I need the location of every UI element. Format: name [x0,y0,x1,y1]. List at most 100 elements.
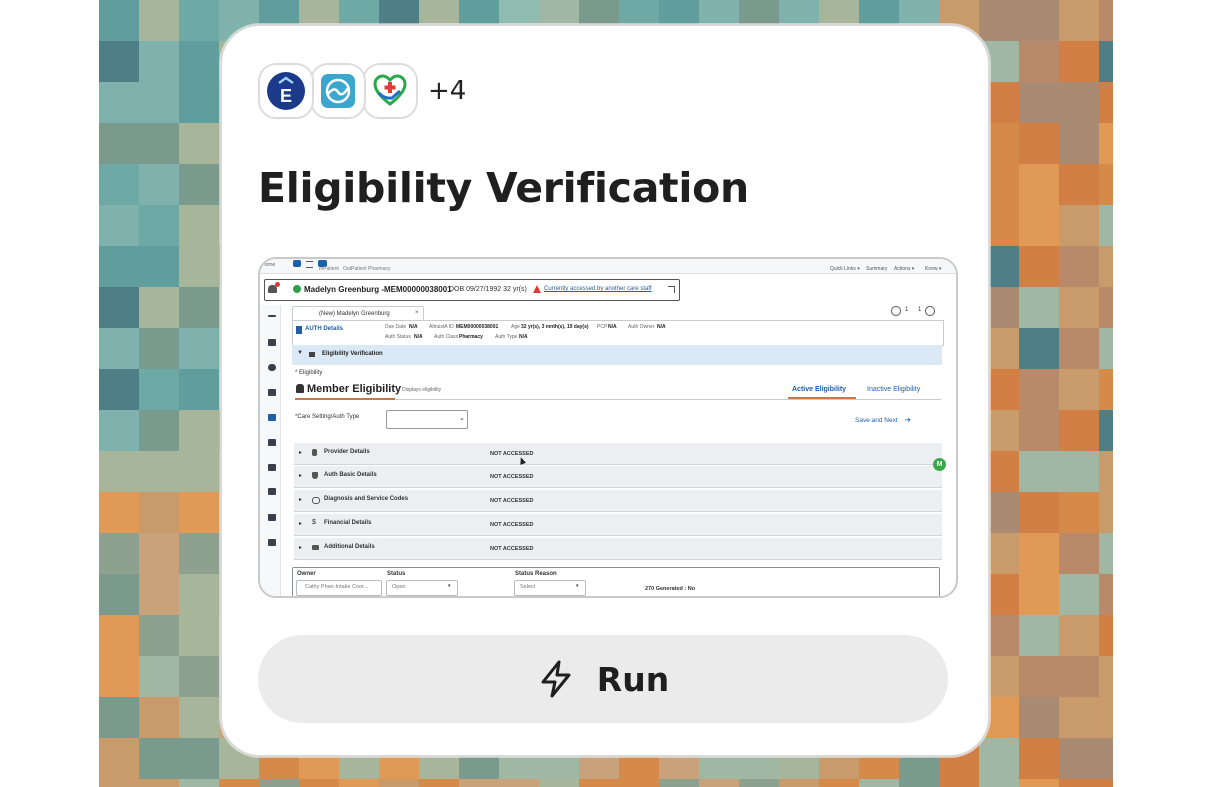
mosaic-tile [1019,369,1059,410]
arrow-right-icon[interactable]: ➔ [905,416,911,424]
sidebar-edit-icon[interactable] [268,414,276,421]
mosaic-tile [1019,410,1059,451]
mosaic-tile [1019,287,1059,328]
mosaic-tile [1059,287,1099,328]
close-tab-icon[interactable]: × [415,310,419,316]
mosaic-tile [99,0,139,41]
patient-dob: DOB 09/27/1992 32 yr(s) [449,286,527,293]
mosaic-tile [179,738,219,779]
dollar-icon: $ [312,519,316,526]
mosaic-tile [699,779,739,787]
additional-integrations-count: +4 [428,76,467,106]
mosaic-tile [139,123,179,164]
mosaic-tile [1099,451,1113,492]
expand-caret-icon[interactable]: ▸ [299,544,302,551]
pager-next-icon[interactable] [925,306,935,316]
mosaic-tile [499,779,539,787]
mosaic-tile [179,533,219,574]
sidebar-database-icon[interactable] [268,364,276,371]
section-header-label: Eligibility Verification [322,351,383,357]
mosaic-tile [859,779,899,787]
accordion-row[interactable]: ▸ $ Financial Details NOT ACCESSED [294,514,942,536]
mosaic-tile [179,41,219,82]
nav-quick-links[interactable]: Quick Links ▾ [830,266,860,272]
mosaic-tile [139,164,179,205]
save-and-next-button[interactable]: Save and Next [855,417,898,424]
accordion-row-status: NOT ACCESSED [490,522,534,528]
access-warning-link[interactable]: Currently accessed by another care staff [544,286,652,292]
nav-pharmacy[interactable]: Pharmacy [368,266,391,272]
expand-caret-icon[interactable]: ▸ [299,520,302,527]
accordion-row-label: Additional Details [324,544,375,550]
nav-summary[interactable]: Summary [866,266,887,272]
mosaic-tile [179,287,219,328]
tab-inactive-eligibility[interactable]: Inactive Eligibility [867,386,920,393]
mosaic-tile [1059,369,1099,410]
mosaic-tile [99,164,139,205]
tab-active-eligibility[interactable]: Active Eligibility [792,386,846,393]
sidebar-arrow-icon[interactable] [268,315,276,317]
person-icon [312,449,317,456]
nav-menu-icon[interactable] [306,261,313,268]
mosaic-tile [1019,492,1059,533]
collapse-caret-icon[interactable]: ▼ [297,350,303,356]
mosaic-tile [259,779,299,787]
auth-field-label: AltruistA ID [429,324,454,330]
mosaic-tile [419,779,459,787]
stethoscope-icon [312,497,320,504]
accordion-row[interactable]: ▸ Diagnosis and Service Codes NOT ACCESS… [294,490,942,512]
sidebar-gavel-icon[interactable] [268,439,276,446]
section-icon [309,352,315,357]
member-eligibility-heading: Member Eligibility [307,383,402,395]
mosaic-tile [1059,779,1099,787]
mosaic-tile [99,369,139,410]
record-tab[interactable]: (New) Madelyn Greenburg × [292,306,424,321]
mosaic-tile [139,328,179,369]
nav-actions[interactable]: Actions ▾ [894,266,914,272]
accordion-row[interactable]: ▸ Additional Details NOT ACCESSED [294,538,942,560]
expand-caret-icon[interactable]: ▸ [299,496,302,503]
accordion-row[interactable]: ▸ Auth Basic Details NOT ACCESSED [294,466,942,488]
expand-caret-icon[interactable]: ▸ [299,449,302,456]
pager-total: 1 [918,307,922,313]
status-reason-select[interactable]: Select ▾ [514,580,586,596]
status-select-value: Open [392,584,406,590]
sidebar-document-icon[interactable] [268,339,276,346]
nav-inpatient[interactable]: InPatient [319,266,339,272]
mosaic-tile [1059,246,1099,287]
owner-field[interactable]: Cathy Phan-Intake Coor... [296,580,382,596]
mosaic-tile [1099,369,1113,410]
mosaic-tile [179,492,219,533]
status-select[interactable]: Open ▾ [386,580,458,596]
mosaic-tile [1019,328,1059,369]
accordion-row[interactable]: ▸ Provider Details NOT ACCESSED [294,443,942,465]
nav-know[interactable]: Know ▾ [925,266,941,272]
run-button[interactable]: Run [258,635,948,723]
sidebar-scroll-icon[interactable] [268,539,276,546]
care-setting-select[interactable]: ⌄ [386,410,468,429]
mosaic-tile [1099,410,1113,451]
sidebar-chat-icon[interactable] [268,389,276,396]
mosaic-tile [139,533,179,574]
sidebar-people-icon[interactable] [268,488,276,495]
mosaic-tile [339,779,379,787]
eligibility-section-header[interactable]: ▼ Eligibility Verification [292,345,942,365]
nav-outpatient[interactable]: OutPatient [343,266,367,272]
mosaic-tile [979,738,1019,779]
expand-caret-icon[interactable]: ▸ [299,472,302,479]
expand-icon[interactable] [668,286,675,293]
mosaic-tile [99,656,139,697]
sidebar-mail-icon[interactable] [268,514,276,521]
nav-patient-icon[interactable] [293,260,301,267]
avatar[interactable]: M [933,458,946,471]
mosaic-tile [179,164,219,205]
shield-icon [312,472,318,479]
mosaic-tile [1059,451,1099,492]
sidebar-copy-icon[interactable] [268,464,276,471]
mosaic-tile [1019,615,1059,656]
nav-home[interactable]: Home [262,262,275,268]
mosaic-tile [1019,697,1059,738]
mosaic-tile [1019,0,1059,41]
mosaic-tile [1099,738,1113,779]
pager-prev-icon[interactable] [891,306,901,316]
